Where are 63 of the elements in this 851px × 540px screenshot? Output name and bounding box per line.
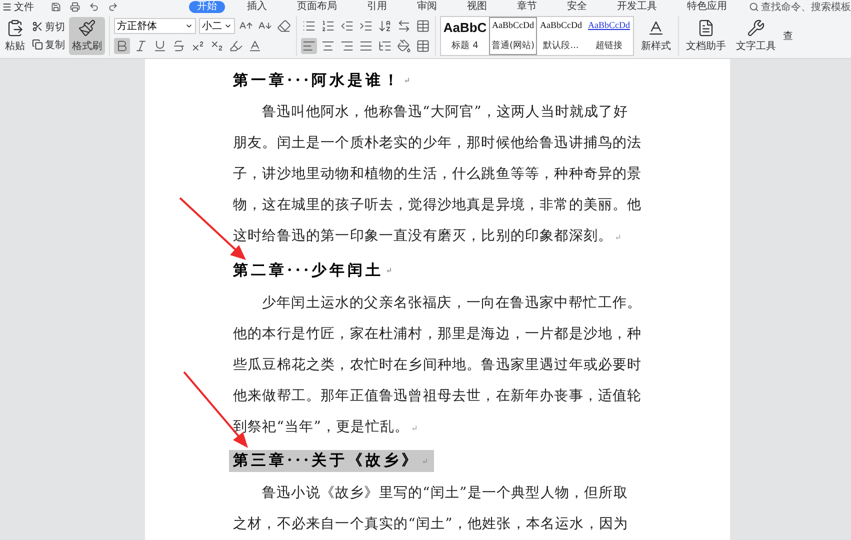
style-name: 默认段... bbox=[543, 40, 579, 52]
paragraph-line: 到祭祀“当年”，更是忙乱。↵ bbox=[233, 418, 419, 437]
font-family-select[interactable]: 方正舒体 bbox=[114, 18, 196, 34]
ribbon-tab[interactable]: 视图 bbox=[459, 0, 495, 12]
format-painter-button[interactable]: 格式刷 bbox=[69, 16, 105, 54]
paragraph-line: 朋友。闰土是一个质朴老实的少年，那时候他给鲁迅讲捕鸟的法 bbox=[233, 134, 643, 154]
ribbon-tab[interactable]: 插入 bbox=[239, 0, 275, 12]
doc-assistant-button[interactable]: 文档助手 bbox=[683, 16, 729, 54]
swap-icon[interactable] bbox=[396, 18, 412, 34]
ribbon-tab[interactable]: 安全 bbox=[559, 0, 595, 12]
shading-icon[interactable] bbox=[396, 38, 412, 54]
chapter-heading: 第一章···阿水是谁！↵ bbox=[232, 70, 412, 91]
ribbon-tab[interactable]: 开发工具 bbox=[609, 0, 665, 12]
ribbon-tab[interactable]: 引用 bbox=[359, 0, 395, 12]
command-search[interactable]: 查找命令、搜索模板 bbox=[749, 0, 851, 13]
wrench-icon bbox=[747, 18, 765, 36]
style-sample: AaBbCcDd bbox=[540, 20, 582, 30]
new-style-button[interactable]: 新样式 bbox=[638, 16, 674, 54]
paragraph-line: 物，这在城里的孩子听去，觉得沙地真是异境，非常的美丽。他 bbox=[233, 196, 643, 216]
cut-button[interactable]: 剪切 bbox=[32, 20, 65, 34]
copy-icon bbox=[32, 39, 43, 50]
paragraph-line: 这时给鲁迅的第一印象一直没有磨灭，比别的印象都深刻。↵ bbox=[233, 227, 622, 246]
document-icon bbox=[697, 18, 715, 36]
bold-icon[interactable] bbox=[114, 38, 130, 54]
chapter-heading: 第二章···少年闰土↵ bbox=[232, 260, 394, 281]
ribbon-tab[interactable]: 审阅 bbox=[409, 0, 445, 12]
paintbrush-icon bbox=[78, 18, 96, 36]
align-left-icon[interactable] bbox=[301, 38, 317, 54]
annotation-arrow bbox=[178, 196, 248, 262]
style-sample: AaBbCcDd bbox=[492, 20, 534, 30]
font-size-select[interactable]: 小二 bbox=[199, 18, 235, 34]
menu-icon bbox=[2, 2, 12, 12]
paragraph-line: 他的本行是竹匠，家在杜浦村，那里是海边，一片都是沙地，种 bbox=[233, 324, 643, 344]
borders-icon[interactable] bbox=[415, 38, 431, 54]
paragraph-line: 子，讲沙地里动物和植物的生活，什么跳鱼等等，种种奇异的景 bbox=[233, 165, 643, 184]
paragraph-line: 鲁迅叫他阿水，他称鲁迅“大阿官”，这两人当时就成了好 bbox=[261, 103, 629, 122]
letter-a-icon bbox=[647, 18, 665, 36]
paragraph-line: 些瓜豆棉花之类，农忙时在乡间种地。鲁迅家里遇过年或必要时 bbox=[233, 356, 643, 375]
style-name: 标题 4 bbox=[452, 40, 478, 52]
ribbon-tab[interactable]: 特色应用 bbox=[679, 0, 735, 12]
file-menu[interactable]: 文件 bbox=[2, 0, 34, 13]
paragraph-line: 他来做帮工。那年正值鲁迅曾祖母去世，在新年办丧事，适值轮 bbox=[233, 386, 643, 406]
ribbon-tab[interactable]: 页面布局 bbox=[289, 0, 345, 12]
text-tools-button[interactable]: 文字工具 bbox=[733, 16, 779, 54]
copy-button[interactable]: 复制 bbox=[32, 38, 65, 52]
scissors-icon bbox=[32, 21, 43, 32]
style-name: 普通(网站) bbox=[491, 39, 535, 52]
ribbon-tab[interactable]: 章节 bbox=[509, 0, 545, 12]
style-name: 超链接 bbox=[596, 40, 622, 52]
paste-button[interactable]: 粘贴 bbox=[2, 16, 28, 54]
table-icon[interactable] bbox=[415, 18, 431, 34]
paragraph-line: 之材，不必来自一个真实的“闰土”，他姓张，本名运水，因为 bbox=[233, 514, 630, 534]
ribbon-tab[interactable]: 开始 bbox=[189, 0, 225, 12]
search-icon bbox=[749, 2, 759, 12]
chapter-heading: 第三章···关于《故乡》↵ bbox=[229, 450, 434, 472]
paragraph-line: 少年闰土运水的父亲名张福庆，一向在鲁迅家中帮忙工作。 bbox=[261, 294, 643, 313]
style-sample: AaBbCcDd bbox=[588, 20, 630, 30]
style-tile[interactable]: AaBbCcDd 普通(网站) bbox=[489, 16, 537, 54]
style-sample: AaBbC bbox=[443, 20, 487, 34]
toolbar-button[interactable]: 查 bbox=[783, 28, 793, 42]
eraser-icon[interactable] bbox=[276, 18, 292, 34]
paragraph-line: 鲁迅小说《故乡》里写的“闰土”是一个典型人物，但所取 bbox=[261, 484, 629, 503]
clipboard-icon bbox=[6, 18, 24, 36]
